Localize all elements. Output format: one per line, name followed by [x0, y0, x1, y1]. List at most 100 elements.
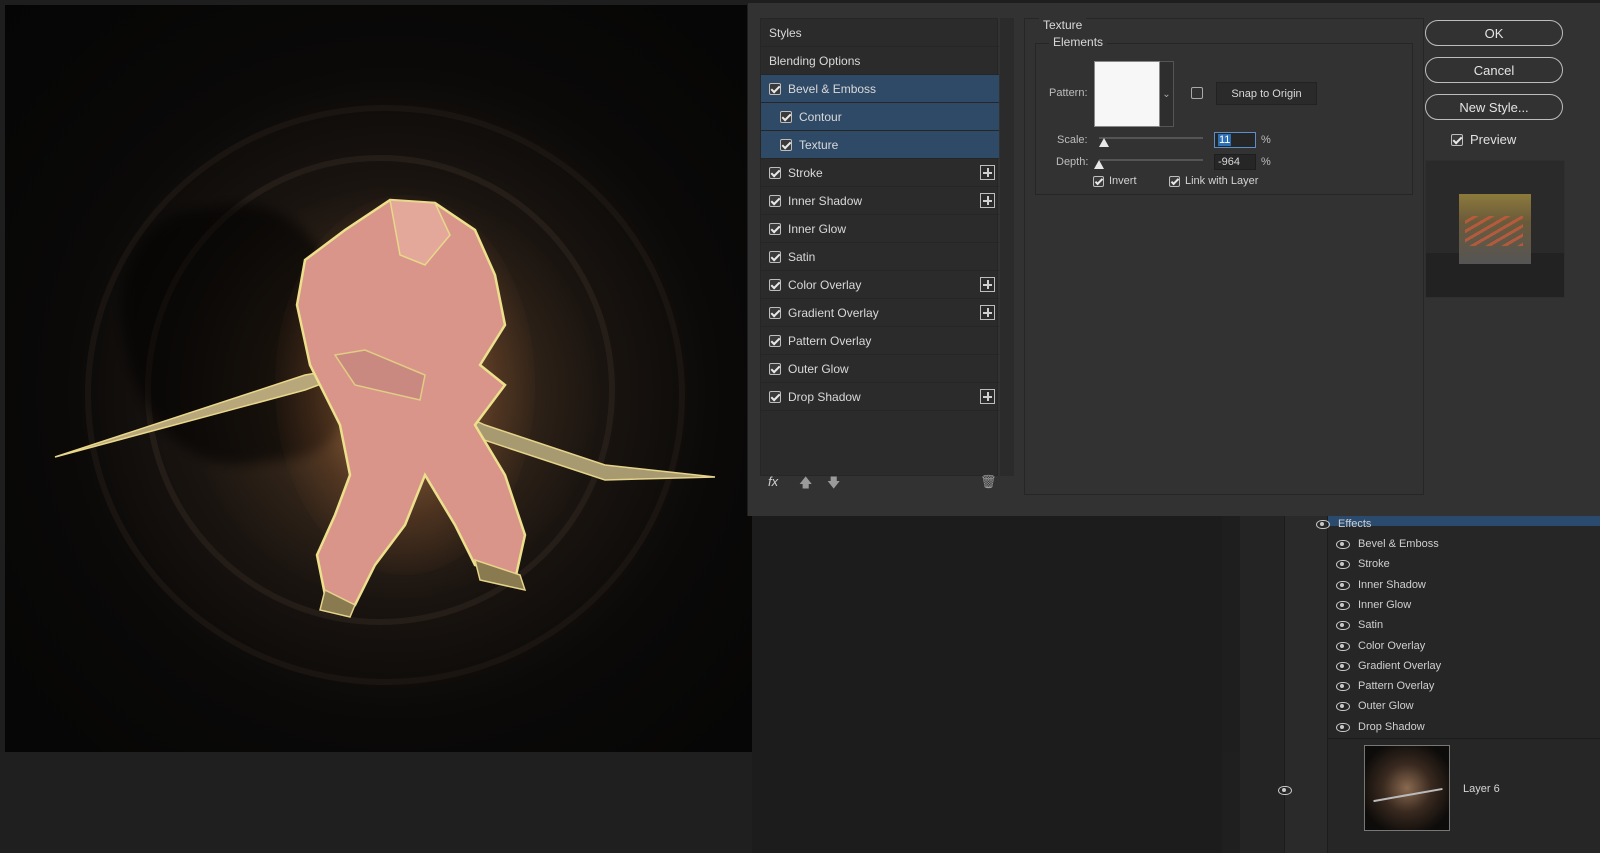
eye-icon[interactable] — [1336, 661, 1350, 671]
texture-title: Texture — [1039, 18, 1087, 32]
effect-row[interactable]: Inner Glow — [1336, 595, 1411, 615]
effects-row[interactable]: Effects — [1316, 514, 1371, 534]
add-icon[interactable] — [980, 277, 995, 292]
cancel-button[interactable]: Cancel — [1425, 57, 1563, 83]
eye-icon[interactable] — [1336, 620, 1350, 631]
eye-icon[interactable] — [1336, 559, 1350, 570]
preview-checkbox[interactable]: Preview — [1451, 132, 1516, 147]
depth-percent: % — [1261, 156, 1271, 168]
scale-slider-thumb[interactable] — [1099, 138, 1109, 147]
style-item-pattern-overlay[interactable]: Pattern Overlay — [761, 327, 999, 355]
effect-row[interactable]: Outer Glow — [1336, 696, 1414, 716]
scale-slider-track[interactable] — [1099, 137, 1203, 139]
style-item-texture[interactable]: Texture — [761, 131, 999, 159]
styles-list: Styles Blending Options Bevel & Emboss Cont… — [760, 18, 999, 476]
effect-label: Satin — [1358, 619, 1384, 632]
depth-input[interactable]: -964 — [1214, 154, 1256, 170]
checkbox-icon[interactable] — [769, 194, 781, 207]
checkbox-icon[interactable] — [1169, 175, 1180, 187]
new-style-button[interactable]: New Style... — [1425, 94, 1563, 120]
effect-row[interactable]: Stroke — [1336, 554, 1390, 574]
fx-icon[interactable]: fx — [768, 474, 778, 489]
move-down-icon[interactable]: 🡇 — [827, 474, 840, 496]
checkbox-icon[interactable] — [769, 306, 781, 319]
style-item-bevel-emboss[interactable]: Bevel & Emboss — [761, 75, 999, 103]
style-item-color-overlay[interactable]: Color Overlay — [761, 271, 999, 299]
scale-percent: % — [1261, 134, 1271, 146]
link-with-layer-checkbox[interactable]: Link with Layer — [1169, 175, 1258, 187]
link-with-layer-label: Link with Layer — [1185, 175, 1259, 187]
checkbox-icon[interactable] — [780, 138, 792, 151]
add-icon[interactable] — [980, 193, 995, 208]
effect-row[interactable]: Bevel & Emboss — [1336, 534, 1439, 554]
checkbox-icon[interactable] — [769, 334, 781, 347]
style-item-label: Satin — [788, 249, 816, 264]
effect-row[interactable]: Satin — [1336, 615, 1383, 635]
style-item-label: Gradient Overlay — [788, 305, 879, 320]
layers-gutter — [1285, 516, 1328, 853]
scale-input[interactable]: 11 — [1214, 132, 1256, 148]
preview-swatch — [1459, 194, 1531, 264]
checkbox-icon[interactable] — [769, 250, 781, 263]
add-icon[interactable] — [980, 389, 995, 404]
document-canvas[interactable] — [5, 5, 752, 752]
add-icon[interactable] — [980, 165, 995, 180]
style-item-styles[interactable]: Styles — [761, 19, 999, 47]
effect-label: Inner Shadow — [1358, 578, 1426, 591]
elements-group — [1035, 43, 1413, 195]
style-item-inner-shadow[interactable]: Inner Shadow — [761, 187, 999, 215]
move-up-icon[interactable]: 🡅 — [799, 474, 812, 496]
invert-checkbox[interactable]: Invert — [1093, 175, 1137, 187]
elements-title: Elements — [1049, 35, 1108, 49]
effect-row[interactable]: Inner Shadow — [1336, 575, 1426, 595]
style-item-outer-glow[interactable]: Outer Glow — [761, 355, 999, 383]
pattern-swatch[interactable] — [1094, 61, 1160, 127]
eye-icon[interactable] — [1278, 785, 1292, 795]
eye-icon[interactable] — [1336, 580, 1350, 590]
styles-scrollbar[interactable] — [1000, 18, 1014, 476]
depth-slider-track[interactable] — [1099, 159, 1203, 161]
trash-icon[interactable]: 🗑 — [980, 474, 997, 490]
eye-icon[interactable] — [1316, 519, 1330, 529]
checkbox-icon[interactable] — [769, 222, 781, 235]
eye-icon[interactable] — [1336, 722, 1350, 732]
checkbox-icon[interactable] — [769, 278, 781, 291]
eye-icon[interactable] — [1336, 641, 1350, 651]
effect-label: Stroke — [1358, 558, 1390, 571]
checkbox-icon[interactable] — [769, 390, 781, 403]
effect-row[interactable]: Gradient Overlay — [1336, 656, 1441, 676]
snap-to-origin-button[interactable]: Snap to Origin — [1216, 82, 1317, 105]
add-icon[interactable] — [980, 305, 995, 320]
effect-row[interactable]: Color Overlay — [1336, 636, 1425, 656]
workspace-background — [752, 516, 1222, 853]
effect-row[interactable]: Pattern Overlay — [1336, 676, 1434, 696]
checkbox-icon[interactable] — [1093, 175, 1104, 187]
ok-button[interactable]: OK — [1425, 20, 1563, 46]
effect-row[interactable]: Drop Shadow — [1336, 717, 1425, 737]
style-item-label: Outer Glow — [788, 361, 849, 376]
effect-label: Bevel & Emboss — [1358, 538, 1439, 550]
eye-icon[interactable] — [1336, 681, 1350, 692]
chevron-down-icon[interactable]: ⌄ — [1160, 61, 1174, 127]
style-item-drop-shadow[interactable]: Drop Shadow — [761, 383, 999, 411]
style-item-contour[interactable]: Contour — [761, 103, 999, 131]
effect-label: Drop Shadow — [1358, 720, 1425, 733]
checkbox-icon[interactable] — [769, 82, 781, 95]
new-preset-icon[interactable] — [1191, 87, 1203, 99]
checkbox-icon[interactable] — [769, 166, 781, 179]
checkbox-icon[interactable] — [769, 362, 781, 375]
eye-icon[interactable] — [1336, 539, 1350, 549]
layer-row-layer-6[interactable]: Layer 6 — [1278, 738, 1600, 853]
style-item-gradient-overlay[interactable]: Gradient Overlay — [761, 299, 999, 327]
style-item-label: Blending Options — [769, 53, 861, 68]
checkbox-icon[interactable] — [780, 110, 792, 123]
depth-slider-thumb[interactable] — [1094, 160, 1104, 169]
style-item-inner-glow[interactable]: Inner Glow — [761, 215, 999, 243]
eye-icon[interactable] — [1336, 600, 1350, 610]
style-item-label: Color Overlay — [788, 277, 862, 292]
style-item-stroke[interactable]: Stroke — [761, 159, 999, 187]
style-item-satin[interactable]: Satin — [761, 243, 999, 271]
checkbox-icon[interactable] — [1451, 133, 1463, 146]
style-item-blending-options[interactable]: Blending Options — [761, 47, 999, 75]
eye-icon[interactable] — [1336, 701, 1350, 712]
